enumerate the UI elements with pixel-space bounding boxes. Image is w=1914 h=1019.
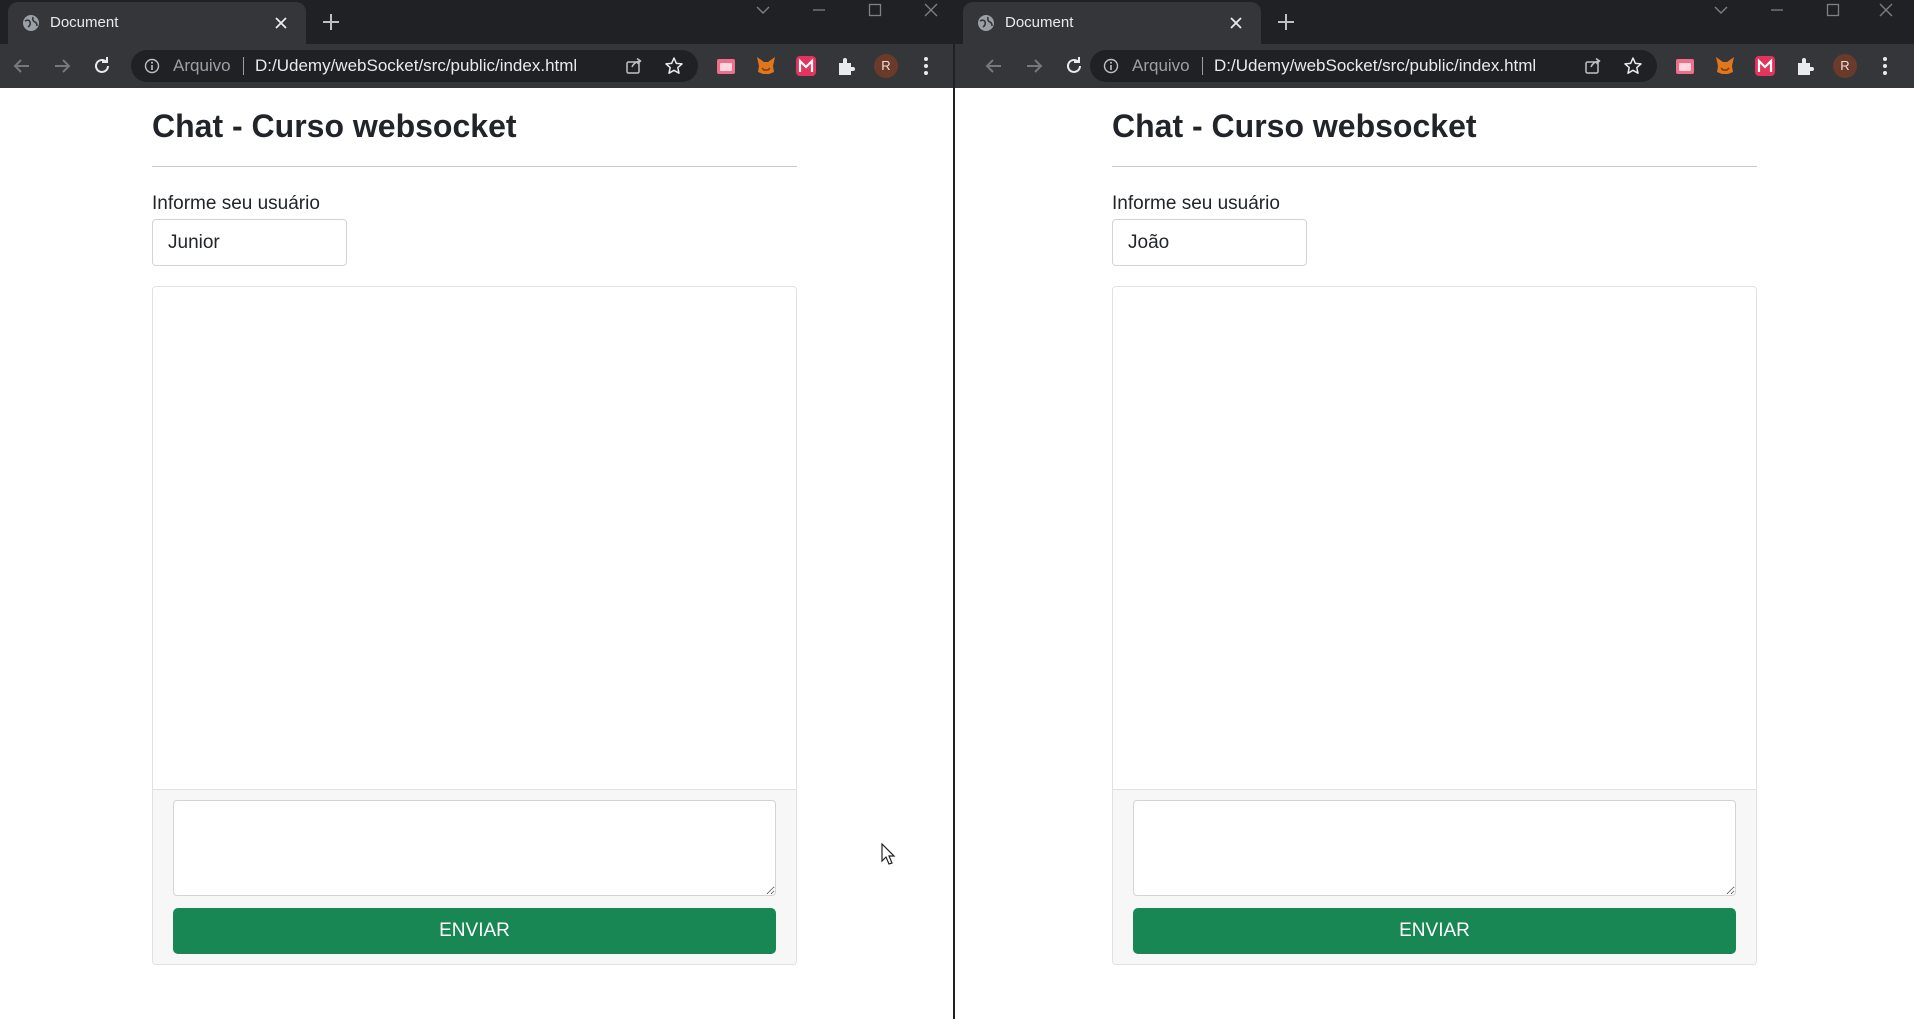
page-content: Chat - Curso websocket Informe seu usuár…: [0, 88, 953, 1019]
tab-strip: Document: [955, 0, 1914, 44]
maximize-icon[interactable]: [1805, 0, 1861, 20]
extension-icon[interactable]: [834, 54, 858, 78]
maximize-icon[interactable]: [847, 0, 903, 20]
address-scheme-label: Arquivo: [173, 56, 231, 75]
chat-card: ENVIAR: [152, 286, 797, 965]
close-icon[interactable]: [1225, 12, 1247, 34]
browser-window-left: Document Arquivo D:/Udemy/webSocket/src/…: [0, 0, 953, 1019]
chat-footer: ENVIAR: [1113, 789, 1756, 964]
page-title: Chat - Curso websocket: [1112, 108, 1477, 144]
star-icon[interactable]: [664, 56, 684, 76]
title-divider: [152, 166, 797, 167]
back-icon[interactable]: [982, 54, 1006, 78]
address-bar[interactable]: Arquivo D:/Udemy/webSocket/src/public/in…: [1090, 50, 1657, 82]
extension-tab-icon[interactable]: [1673, 54, 1697, 78]
page-title: Chat - Curso websocket: [152, 108, 517, 144]
share-icon[interactable]: [625, 57, 643, 75]
globe-icon: [976, 13, 996, 33]
browser-window-right: Document Arquivo D:/Udemy/webSocket/src/…: [955, 0, 1914, 1019]
window-close-icon[interactable]: [903, 0, 953, 20]
browser-toolbar: Arquivo D:/Udemy/webSocket/src/public/in…: [955, 44, 1914, 88]
username-label: Informe seu usuário: [1112, 193, 1280, 214]
chat-card: ENVIAR: [1112, 286, 1757, 965]
message-textarea[interactable]: [173, 800, 776, 896]
star-icon[interactable]: [1623, 56, 1643, 76]
globe-icon: [21, 13, 41, 33]
mouse-cursor-icon: [881, 842, 897, 867]
chat-footer: ENVIAR: [153, 789, 796, 964]
reload-icon[interactable]: [1062, 54, 1086, 78]
send-button[interactable]: ENVIAR: [173, 908, 776, 954]
kebab-menu-icon[interactable]: [914, 54, 938, 78]
username-input[interactable]: [152, 219, 347, 266]
metamask-fox-icon[interactable]: [1713, 54, 1737, 78]
username-label: Informe seu usuário: [152, 193, 320, 214]
address-separator: [243, 57, 244, 75]
page-content: Chat - Curso websocket Informe seu usuár…: [955, 88, 1914, 1019]
back-icon[interactable]: [10, 54, 34, 78]
tab-strip: Document: [0, 0, 953, 44]
title-divider: [1112, 166, 1757, 167]
plus-icon[interactable]: [1274, 10, 1298, 34]
kebab-menu-icon[interactable]: [1873, 54, 1897, 78]
address-separator: [1202, 57, 1203, 75]
chat-messages: [1113, 287, 1756, 789]
tab-document[interactable]: Document: [963, 2, 1261, 44]
address-bar[interactable]: Arquivo D:/Udemy/webSocket/src/public/in…: [131, 50, 698, 82]
send-button[interactable]: ENVIAR: [1133, 908, 1736, 954]
plus-icon[interactable]: [319, 10, 343, 34]
tab-search-icon[interactable]: [1693, 0, 1749, 20]
chat-messages: [153, 287, 796, 789]
username-input[interactable]: [1112, 219, 1307, 266]
extension-m-icon[interactable]: [1753, 54, 1777, 78]
message-textarea[interactable]: [1133, 800, 1736, 896]
address-scheme-label: Arquivo: [1132, 56, 1190, 75]
close-icon[interactable]: [270, 12, 292, 34]
extension-icon[interactable]: [1793, 54, 1817, 78]
minimize-icon[interactable]: [1749, 0, 1805, 20]
extension-tab-icon[interactable]: [714, 54, 738, 78]
profile-avatar[interactable]: R: [874, 54, 898, 78]
reload-icon[interactable]: [90, 54, 114, 78]
address-url[interactable]: D:/Udemy/webSocket/src/public/index.html: [255, 56, 577, 76]
tab-title: Document: [1005, 14, 1074, 31]
info-icon[interactable]: [144, 58, 160, 74]
tab-document[interactable]: Document: [8, 2, 306, 44]
address-url[interactable]: D:/Udemy/webSocket/src/public/index.html: [1214, 56, 1536, 76]
metamask-fox-icon[interactable]: [754, 54, 778, 78]
extension-m-icon[interactable]: [794, 54, 818, 78]
share-icon[interactable]: [1584, 57, 1602, 75]
tab-title: Document: [50, 14, 119, 31]
tab-search-icon[interactable]: [735, 0, 791, 20]
profile-avatar[interactable]: R: [1833, 54, 1857, 78]
forward-icon[interactable]: [50, 54, 74, 78]
window-close-icon[interactable]: [1858, 0, 1914, 20]
info-icon[interactable]: [1103, 58, 1119, 74]
minimize-icon[interactable]: [791, 0, 847, 20]
browser-toolbar: Arquivo D:/Udemy/webSocket/src/public/in…: [0, 44, 953, 88]
forward-icon[interactable]: [1022, 54, 1046, 78]
